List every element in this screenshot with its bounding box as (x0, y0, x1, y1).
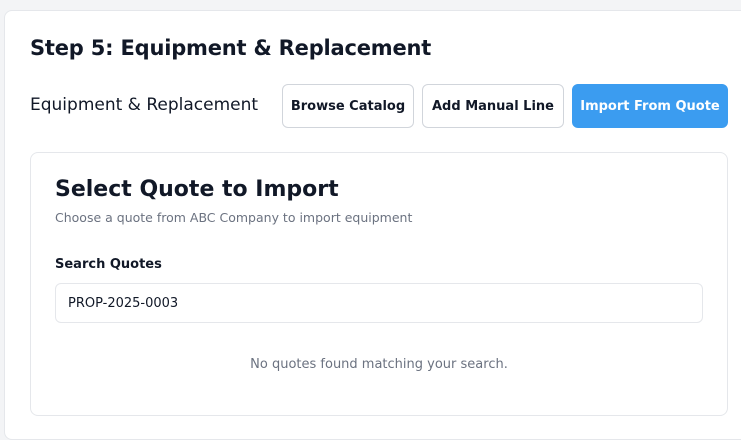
card-title: Select Quote to Import (55, 177, 339, 202)
card-subtitle: Choose a quote from ABC Company to impor… (55, 210, 413, 225)
step-title: Step 5: Equipment & Replacement (30, 36, 432, 60)
search-quotes-label: Search Quotes (55, 257, 162, 272)
equipment-step-panel: Step 5: Equipment & Replacement Equipmen… (4, 10, 741, 440)
browse-catalog-button[interactable]: Browse Catalog (282, 84, 414, 128)
empty-results-message: No quotes found matching your search. (250, 357, 508, 372)
quote-import-card: Select Quote to Import Choose a quote fr… (30, 152, 728, 416)
search-quotes-input[interactable] (55, 283, 703, 323)
import-from-quote-button[interactable]: Import From Quote (572, 84, 728, 128)
add-manual-line-button[interactable]: Add Manual Line (422, 84, 564, 128)
section-title: Equipment & Replacement (30, 95, 259, 115)
